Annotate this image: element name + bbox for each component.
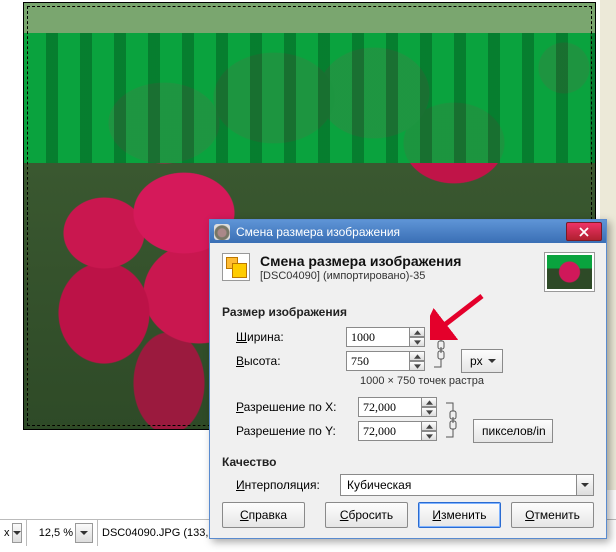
spin-down-icon[interactable] bbox=[422, 431, 437, 441]
res-y-field[interactable] bbox=[358, 421, 422, 441]
res-x-field[interactable] bbox=[358, 397, 422, 417]
width-field[interactable] bbox=[346, 327, 410, 347]
gimp-icon bbox=[214, 224, 230, 240]
height-field[interactable] bbox=[346, 351, 410, 371]
height-input[interactable] bbox=[346, 351, 425, 371]
height-label: Высота: bbox=[236, 354, 346, 368]
scale-icon bbox=[222, 253, 250, 281]
width-label: Ширина: bbox=[236, 330, 346, 344]
spin-up-icon[interactable] bbox=[410, 327, 425, 337]
units-label: x bbox=[4, 527, 10, 539]
dialog-heading: Смена размера изображения bbox=[260, 253, 535, 269]
image-thumbnail bbox=[545, 253, 594, 291]
spin-down-icon[interactable] bbox=[410, 337, 425, 347]
spin-up-icon[interactable] bbox=[410, 351, 425, 361]
interpolation-combo[interactable]: Кубическая bbox=[340, 474, 594, 496]
reset-button[interactable]: Сбросить bbox=[325, 502, 408, 528]
zoom-field[interactable]: 12,5 % bbox=[27, 520, 98, 546]
cancel-button[interactable]: Отменить bbox=[511, 502, 594, 528]
close-icon bbox=[578, 227, 590, 237]
spin-up-icon[interactable] bbox=[422, 397, 437, 407]
spin-down-icon[interactable] bbox=[422, 407, 437, 417]
chevron-down-icon[interactable] bbox=[576, 475, 593, 495]
size-unit-selector[interactable]: px bbox=[461, 349, 503, 373]
spin-down-icon[interactable] bbox=[410, 361, 425, 371]
zoom-value: 12,5 % bbox=[39, 527, 73, 539]
quality-section-title: Качество bbox=[222, 455, 594, 469]
dialog-subheading: [DSC04090] (импортировано)-35 bbox=[260, 270, 535, 282]
res-unit-selector[interactable]: пикселов/in bbox=[473, 419, 553, 443]
size-section-title: Размер изображения bbox=[222, 305, 594, 319]
spin-up-icon[interactable] bbox=[422, 421, 437, 431]
chevron-down-icon bbox=[488, 357, 496, 365]
res-unit-label: пикселов/in bbox=[482, 424, 546, 438]
size-unit-label: px bbox=[470, 354, 483, 368]
chain-icon bbox=[433, 331, 447, 369]
width-input[interactable] bbox=[346, 327, 425, 347]
dialog-body: Смена размера изображения [DSC04090] (им… bbox=[210, 243, 606, 538]
chevron-down-icon[interactable] bbox=[12, 523, 23, 543]
interpolation-label: Интерполяция: bbox=[236, 478, 338, 492]
dialog-titlebar[interactable]: Смена размера изображения bbox=[210, 220, 606, 243]
raster-note: 1000 × 750 точек растра bbox=[360, 375, 594, 387]
res-x-label: Разрешение по X: bbox=[236, 400, 358, 414]
chevron-down-icon[interactable] bbox=[75, 523, 93, 543]
link-size-toggle[interactable] bbox=[430, 328, 450, 372]
scale-image-dialog: Смена размера изображения Смена размера … bbox=[209, 219, 607, 539]
interpolation-value: Кубическая bbox=[341, 478, 576, 492]
apply-button[interactable]: Изменить bbox=[418, 502, 501, 528]
units-menu[interactable]: x bbox=[0, 520, 27, 546]
res-y-input[interactable] bbox=[358, 421, 437, 441]
chain-icon bbox=[445, 401, 459, 439]
help-button[interactable]: Справка bbox=[222, 502, 305, 528]
close-button[interactable] bbox=[566, 222, 602, 241]
res-x-input[interactable] bbox=[358, 397, 437, 417]
link-res-toggle[interactable] bbox=[442, 398, 462, 442]
res-y-label: Разрешение по Y: bbox=[236, 424, 358, 438]
dialog-title: Смена размера изображения bbox=[236, 225, 566, 239]
